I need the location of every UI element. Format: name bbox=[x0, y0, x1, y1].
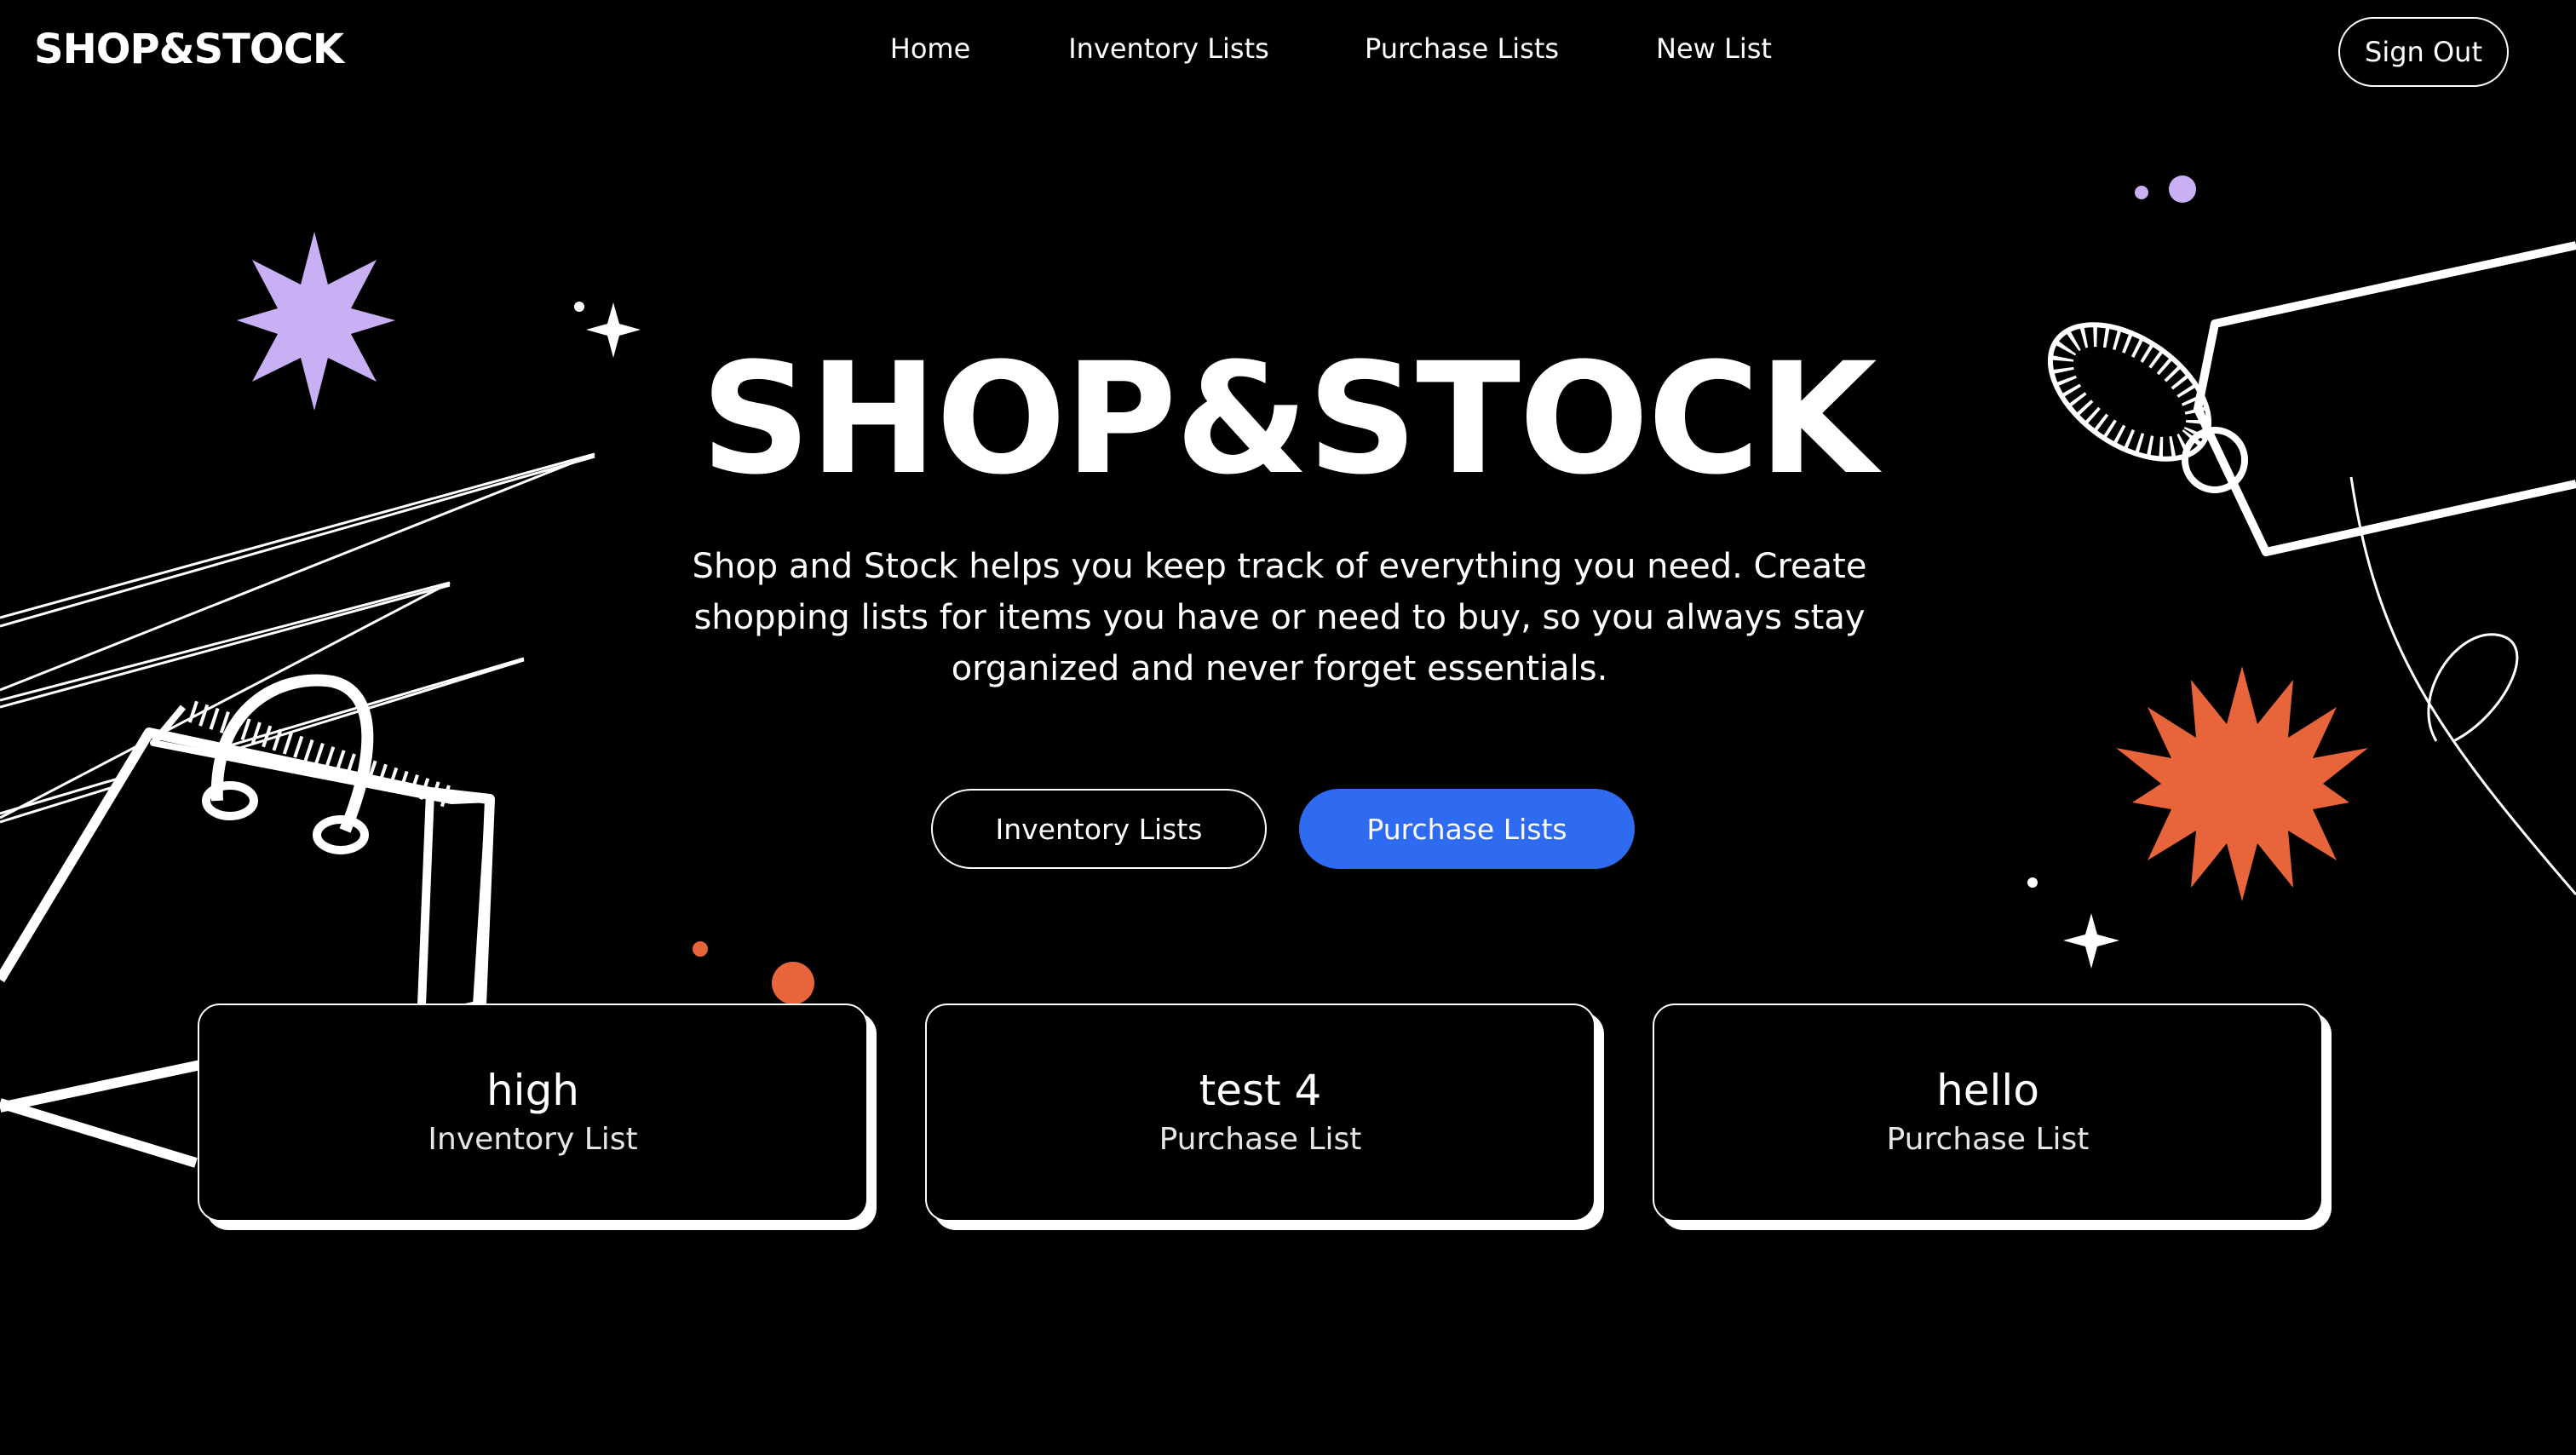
list-card-title: test 4 bbox=[1199, 1066, 1322, 1115]
hero-description: Shop and Stock helps you keep track of e… bbox=[692, 547, 1867, 688]
list-card-type: Purchase List bbox=[1159, 1122, 1362, 1157]
dot bbox=[2027, 877, 2038, 888]
main-nav: Home Inventory Lists Purchase Lists New … bbox=[0, 32, 2576, 75]
nav-new-list[interactable]: New List bbox=[1656, 32, 1772, 65]
dot bbox=[772, 962, 814, 1004]
dot bbox=[2169, 175, 2196, 203]
sign-out-button[interactable]: Sign Out bbox=[2338, 17, 2509, 87]
list-card[interactable]: test 4 Purchase List bbox=[925, 1004, 1596, 1222]
dot bbox=[693, 941, 708, 957]
dot bbox=[2135, 186, 2148, 199]
purchase-lists-button[interactable]: Purchase Lists bbox=[1299, 789, 1635, 869]
decorative-illustrations bbox=[0, 175, 2576, 1168]
hero-title: SHOP&STOCK bbox=[700, 331, 1877, 509]
page: SHOP&STOCK Home Inventory Lists Purchase… bbox=[0, 0, 2576, 1455]
nav-purchase-lists[interactable]: Purchase Lists bbox=[1365, 32, 1559, 65]
sparkle-star-icon bbox=[2063, 913, 2119, 969]
top-navbar: SHOP&STOCK Home Inventory Lists Purchase… bbox=[0, 0, 2576, 104]
list-card[interactable]: high Inventory List bbox=[198, 1004, 868, 1222]
dot bbox=[574, 302, 584, 312]
nav-inventory-lists[interactable]: Inventory Lists bbox=[1068, 32, 1269, 65]
orange-burst-icon bbox=[2116, 666, 2368, 901]
list-card-type: Purchase List bbox=[1886, 1122, 2090, 1157]
list-card-title: hello bbox=[1936, 1066, 2039, 1115]
list-card-title: high bbox=[486, 1066, 579, 1115]
nav-home[interactable]: Home bbox=[890, 32, 971, 65]
list-card[interactable]: hello Purchase List bbox=[1653, 1004, 2323, 1222]
inventory-lists-button[interactable]: Inventory Lists bbox=[931, 789, 1267, 869]
list-card-type: Inventory List bbox=[428, 1122, 638, 1157]
